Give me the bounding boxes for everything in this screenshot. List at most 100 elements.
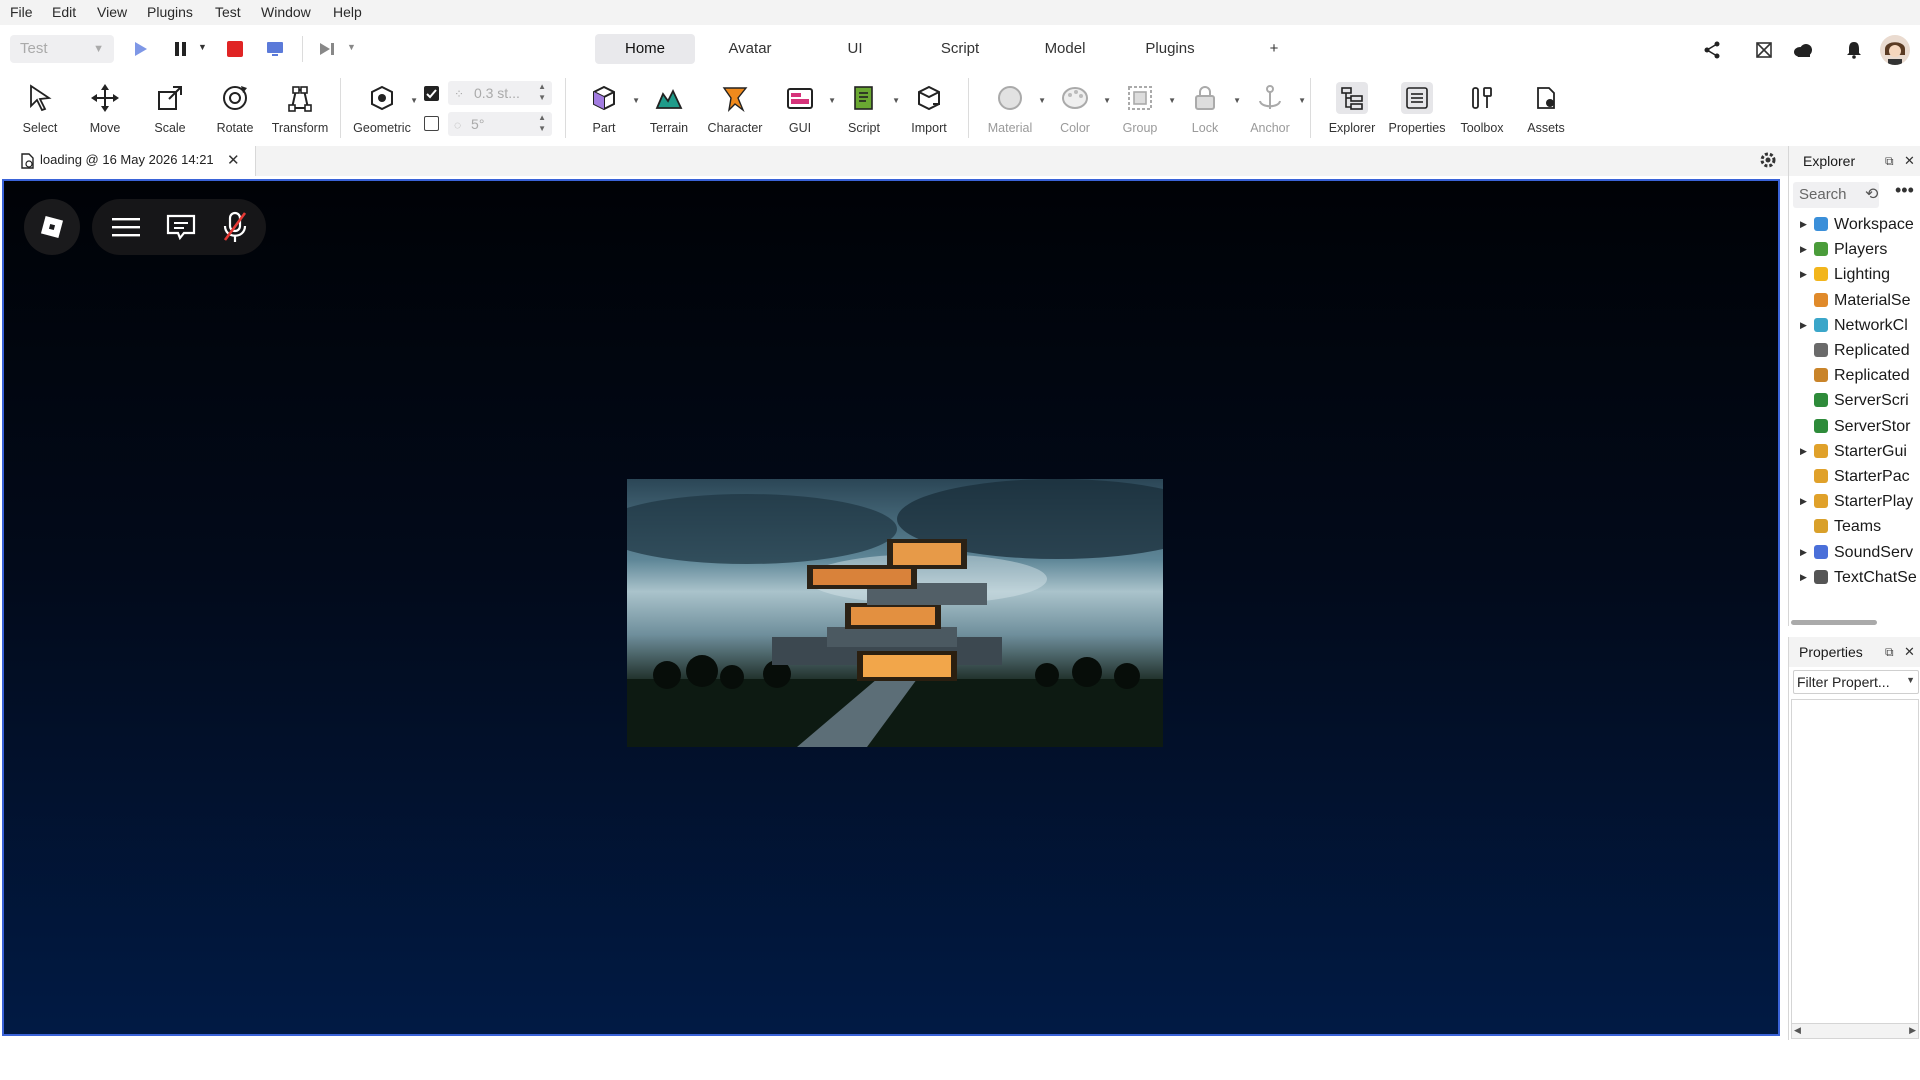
cloud-button[interactable] [1790,38,1816,62]
explorer-item[interactable]: ▶ Lighting [1789,262,1920,287]
menu-test[interactable]: Test [215,0,241,25]
expand-arrow-icon[interactable]: ▶ [1800,313,1807,338]
explorer-item[interactable]: ▶ TextChatSe [1789,565,1920,590]
expand-arrow-icon[interactable]: ▶ [1800,489,1807,514]
explorer-item[interactable]: Teams [1789,514,1920,539]
chat-button[interactable] [166,213,196,241]
test-mode-select[interactable]: Test ▼ [10,35,114,63]
expand-arrow-icon[interactable]: ▶ [1800,237,1807,262]
color-tool[interactable]: ▼ Color [1043,82,1111,142]
explorer-item[interactable]: ▶ StarterGui [1789,439,1920,464]
explorer-item[interactable]: ▶ Players [1789,237,1920,262]
undock-icon[interactable]: ⧉ [1885,637,1894,667]
tab-avatar[interactable]: Avatar [712,34,788,64]
user-avatar[interactable] [1880,35,1910,65]
explorer-item[interactable]: ServerStor [1789,414,1920,439]
toolbox-toggle[interactable]: Toolbox [1450,82,1514,142]
explorer-item[interactable]: ServerScri [1789,388,1920,413]
properties-horizontal-scrollbar[interactable]: ◀ ▶ [1791,1023,1919,1039]
menu-plugins[interactable]: Plugins [147,0,193,25]
pause-button[interactable] [170,38,192,60]
client-server-button[interactable] [264,38,286,60]
expand-arrow-icon[interactable]: ▶ [1800,565,1807,590]
menu-help[interactable]: Help [333,0,362,25]
explorer-item[interactable]: ▶ Workspace [1789,212,1920,237]
explorer-item[interactable]: MaterialSe [1789,288,1920,313]
explorer-item[interactable]: Replicated [1789,363,1920,388]
rotate-snap-input[interactable]: ◌ 5° ▲ ▼ [448,112,552,136]
play-button[interactable] [130,38,152,60]
more-options-icon[interactable]: ••• [1895,180,1914,201]
properties-toggle[interactable]: Properties [1385,82,1449,142]
move-snap-input[interactable]: ⁘ 0.3 st... ▲ ▼ [448,81,552,105]
assets-toggle[interactable]: Assets [1514,82,1578,142]
explorer-toggle[interactable]: Explorer [1320,82,1384,142]
menu-file[interactable]: File [10,0,33,25]
rotate-snap-checkbox[interactable] [424,116,439,131]
lock-tool[interactable]: ▼ Lock [1173,82,1241,142]
explorer-item[interactable]: ▶ StarterPlay [1789,489,1920,514]
rotate-tool[interactable]: Rotate [203,82,267,142]
step-dropdown-chevron-icon[interactable]: ▼ [347,42,356,52]
search-history-icon[interactable]: ⟲ [1865,184,1878,204]
share-button[interactable] [1700,38,1724,62]
stepper-icon[interactable]: ▲ ▼ [538,112,546,134]
notifications-button[interactable] [1842,38,1866,62]
pause-dropdown-chevron-icon[interactable]: ▼ [198,42,207,52]
add-tab-button[interactable]: + [1262,34,1286,64]
import-tool[interactable]: Import [897,82,961,142]
stop-button[interactable] [224,38,246,60]
close-panel-icon[interactable]: ✕ [1904,637,1915,667]
part-tool[interactable]: ▼ Part [572,82,640,142]
step-button[interactable] [316,38,338,60]
menu-window[interactable]: Window [261,0,311,25]
anchor-tool[interactable]: ▼ Anchor [1238,82,1306,142]
close-tab-icon[interactable]: ✕ [227,151,240,169]
explorer-item[interactable]: StarterPac [1789,464,1920,489]
tab-ui[interactable]: UI [835,34,875,64]
close-panel-icon[interactable]: ✕ [1904,146,1915,176]
scale-tool[interactable]: Scale [138,82,202,142]
menu-view[interactable]: View [97,0,127,25]
select-tool[interactable]: Select [8,82,72,142]
hamburger-menu-button[interactable] [112,215,140,239]
expand-arrow-icon[interactable]: ▶ [1800,262,1807,287]
geometric-tool[interactable]: ▼ Geometric [350,82,418,142]
viewport-settings-button[interactable] [1758,150,1780,172]
gui-tool[interactable]: ▼ GUI [768,82,836,142]
chevron-down-icon[interactable]: ▼ [1906,675,1915,685]
filter-properties-input[interactable]: Filter Propert... ▼ [1793,670,1919,694]
move-snap-checkbox[interactable] [424,86,439,101]
toolbar-divider [968,78,969,138]
undock-icon[interactable]: ⧉ [1885,146,1894,176]
stepper-icon[interactable]: ▲ ▼ [538,81,546,103]
terrain-tool[interactable]: Terrain [637,82,701,142]
expand-arrow-icon[interactable]: ▶ [1800,540,1807,565]
character-tool[interactable]: Character [703,82,767,142]
move-tool[interactable]: Move [73,82,137,142]
game-viewport[interactable] [2,179,1780,1036]
expand-arrow-icon[interactable]: ▶ [1800,439,1807,464]
roblox-menu-button[interactable] [24,199,80,255]
tab-script[interactable]: Script [930,34,990,64]
scroll-left-icon[interactable]: ◀ [1794,1025,1801,1036]
geometric-dropdown-chevron-icon[interactable]: ▼ [410,96,418,105]
tab-plugins[interactable]: Plugins [1136,34,1204,64]
scroll-right-icon[interactable]: ▶ [1909,1025,1916,1036]
document-tab[interactable]: loading @ 16 May 2026 14:21 ✕ [0,146,256,176]
script-tool[interactable]: ▼ Script [832,82,900,142]
menu-edit[interactable]: Edit [52,0,76,25]
mute-microphone-button[interactable] [222,211,248,243]
explorer-item[interactable]: ▶ NetworkCl [1789,313,1920,338]
expand-arrow-icon[interactable]: ▶ [1800,212,1807,237]
explorer-horizontal-scrollbar[interactable] [1791,620,1877,625]
group-tool[interactable]: ▼ Group [1108,82,1176,142]
material-tool[interactable]: ▼ Material [978,82,1046,142]
tab-home[interactable]: Home [595,34,695,64]
collaborate-button[interactable] [1752,38,1776,62]
tab-model[interactable]: Model [1035,34,1095,64]
explorer-item[interactable]: ▶ SoundServ [1789,540,1920,565]
explorer-item[interactable]: Replicated [1789,338,1920,363]
transform-tool[interactable]: Transform [268,82,332,142]
anchor-dropdown-chevron-icon[interactable]: ▼ [1298,96,1306,105]
